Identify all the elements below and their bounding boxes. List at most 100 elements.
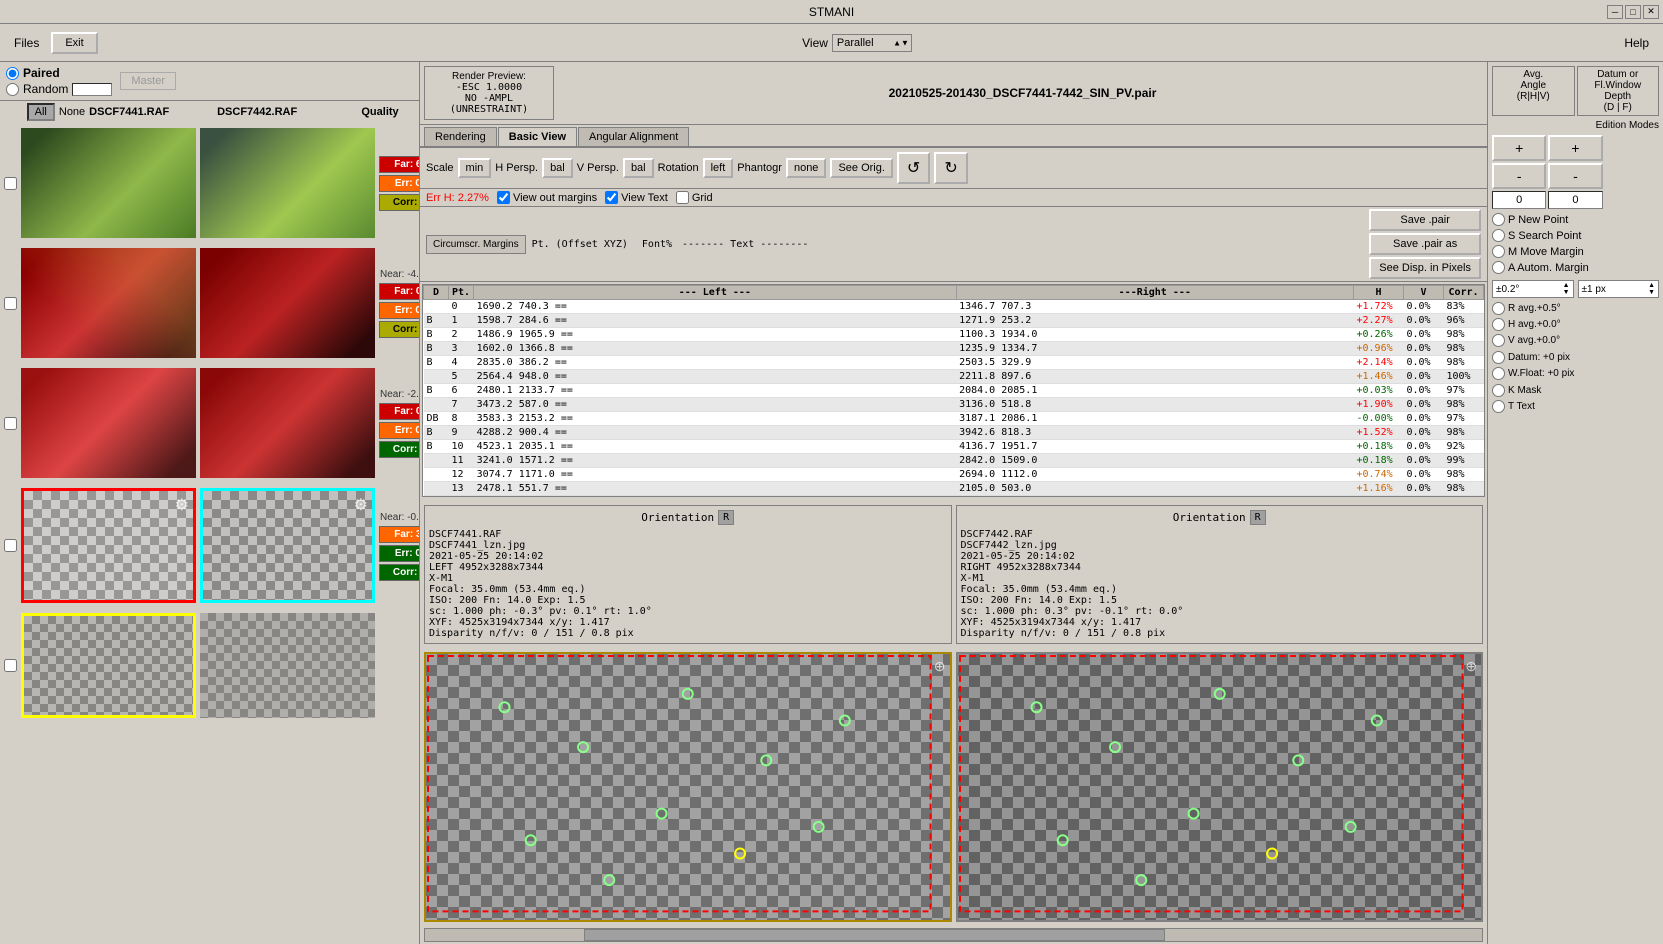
near-label-4: Near: -0.0% [379,511,419,524]
a-autom-margin-radio[interactable]: A Autom. Margin [1492,261,1659,274]
image-row-1: Far: 6.1% Err: 0.1% Corr: 67% [0,123,419,243]
app-title: STMANI [809,5,854,19]
circumscr-margins-btn[interactable]: Circumscr. Margins [426,235,526,254]
view-margins-check[interactable]: View out margins [497,191,597,204]
row2-checkbox[interactable] [4,297,17,310]
thumb-right-5[interactable] [200,613,375,718]
table-row[interactable]: 113241.0 1571.2 ==2842.0 1509.0+0.18%0.0… [424,454,1484,468]
avg-minus-btn[interactable]: - [1492,163,1546,189]
m-move-margin-radio[interactable]: M Move Margin [1492,245,1659,258]
datum-radio[interactable]: Datum: +0 pix [1492,351,1659,364]
wfloat-radio[interactable]: W.Float: +0 pix [1492,367,1659,380]
avg-plus-btn[interactable]: + [1492,135,1546,161]
minimize-btn[interactable]: ─ [1607,5,1623,19]
grid-check[interactable]: Grid [676,191,713,204]
s-search-point-radio[interactable]: S Search Point [1492,229,1659,242]
view-text-check[interactable]: View Text [605,191,668,204]
table-row[interactable]: DB83583.3 2153.2 ==3187.1 2086.1-0.00%0.… [424,412,1484,426]
t-text-radio[interactable]: T Text [1492,400,1659,413]
rotate-ccw-btn[interactable]: ↺ [897,152,930,184]
menu-files[interactable]: Files [6,34,47,52]
table-row[interactable]: B62480.1 2133.7 ==2084.0 2085.1+0.03%0.0… [424,384,1484,398]
table-row[interactable]: B21486.9 1965.9 ==1100.3 1934.0+0.26%0.0… [424,328,1484,342]
rotate-cw-btn[interactable]: ↻ [934,152,967,184]
see-orig-btn[interactable]: See Orig. [830,158,892,178]
phantogr-none-btn[interactable]: none [786,158,826,178]
see-disp-btn[interactable]: See Disp. in Pixels [1369,257,1481,279]
thumb-right-3[interactable] [200,368,375,478]
all-button[interactable]: All [27,103,55,121]
image-row-5 [0,608,419,723]
exit-button[interactable]: Exit [51,32,97,54]
maximize-btn[interactable]: □ [1625,5,1641,19]
thumb-left-5[interactable] [21,613,196,718]
k-mask-radio[interactable]: K Mask [1492,384,1659,397]
h-avg-radio[interactable]: H avg.+0.0° [1492,318,1659,331]
angle-spinner[interactable]: ±0.2° ▲ ▼ [1492,280,1574,298]
random-input[interactable] [72,83,112,96]
table-row[interactable]: 132478.1 551.7 ==2105.0 503.0+1.16%0.0%9… [424,482,1484,496]
edition-modes-label: Edition Modes [1492,120,1659,131]
orientation-r-badge-right[interactable]: R [1250,510,1266,525]
v-persp-label: V Persp. [577,162,619,174]
view-select[interactable]: Parallel [832,34,912,52]
preview-left[interactable]: ⊕ [424,652,952,922]
table-row[interactable]: B104523.1 2035.1 ==4136.7 1951.7+0.18%0.… [424,440,1484,454]
avg-zero-input[interactable] [1492,191,1546,209]
preview-right[interactable]: ⊕ [956,652,1484,922]
thumb-left-1[interactable] [21,128,196,238]
thumb-right-2[interactable] [200,248,375,358]
table-row[interactable]: B31602.0 1366.8 ==1235.9 1334.7+0.96%0.0… [424,342,1484,356]
tab-basic-view[interactable]: Basic View [498,127,577,146]
thumb-right-4[interactable]: ⚙ [200,488,375,603]
datum-plus-btn[interactable]: + [1548,135,1602,161]
tab-rendering[interactable]: Rendering [424,127,497,146]
quality-bar-corr-1: Corr: 67% [379,194,419,211]
table-row[interactable]: 73473.2 587.0 ==3136.0 518.8+1.90%0.0%98… [424,398,1484,412]
table-row[interactable]: B42835.0 386.2 ==2503.5 329.9+2.14%0.0%9… [424,356,1484,370]
thumb-right-1[interactable] [200,128,375,238]
p-new-point-radio[interactable]: P New Point [1492,213,1659,226]
master-button: Master [120,72,176,90]
scale-min-btn[interactable]: min [458,158,492,178]
v-avg-radio[interactable]: V avg.+0.0° [1492,334,1659,347]
px-spinner[interactable]: ±1 px ▲ ▼ [1578,280,1660,298]
near-label-2: Near: -4.6% [379,268,419,281]
quality-bar-far-1: Far: 6.1% [379,156,419,173]
table-row[interactable]: 123074.7 1171.0 ==2694.0 1112.0+0.74%0.0… [424,468,1484,482]
thumb-left-4[interactable]: ⚙ [21,488,196,603]
datum-zero-input[interactable] [1548,191,1602,209]
menu-help[interactable]: Help [1616,34,1657,52]
scroll-icon-right: ⊕ [1465,658,1477,675]
orientation-r-badge-left[interactable]: R [718,510,734,525]
text-dashes: ------- Text -------- [682,239,808,250]
thumb-left-3[interactable] [21,368,196,478]
table-row[interactable]: B11598.7 284.6 ==1271.9 253.2+2.27%0.0%9… [424,314,1484,328]
quality-bar-err-1: Err: 0.1% [379,175,419,192]
image-row-4: ⚙ ⚙ Near: -0.0% Far: 3.3% Err: 0.0% Corr… [0,483,419,608]
row1-checkbox[interactable] [4,177,17,190]
save-pair-btn[interactable]: Save .pair [1369,209,1481,231]
thumb-left-2[interactable] [21,248,196,358]
table-row[interactable]: 01690.2 740.3 ==1346.7 707.3+1.72%0.0%83… [424,300,1484,314]
random-radio-label[interactable]: Random [6,82,112,96]
h-scrollbar[interactable] [424,928,1483,942]
tab-angular-alignment[interactable]: Angular Alignment [578,127,689,146]
paired-radio-label[interactable]: Paired [6,66,112,80]
close-btn[interactable]: ✕ [1643,5,1659,19]
row3-checkbox[interactable] [4,417,17,430]
table-row[interactable]: B94288.2 900.4 ==3942.6 818.3+1.52%0.0%9… [424,426,1484,440]
h-persp-bal-btn[interactable]: bal [542,158,573,178]
datum-minus-btn[interactable]: - [1548,163,1602,189]
row5-checkbox[interactable] [4,659,17,672]
rotation-left-btn[interactable]: left [703,158,734,178]
row4-checkbox[interactable] [4,539,17,552]
save-pair-as-btn[interactable]: Save .pair as [1369,233,1481,255]
table-row[interactable]: 52564.4 948.0 ==2211.8 897.6+1.46%0.0%10… [424,370,1484,384]
v-persp-bal-btn[interactable]: bal [623,158,654,178]
paired-radio[interactable] [6,67,19,80]
quality-bar-far-3: Far: 0.1% [379,403,419,420]
avg-angle-label: Avg. Angle (R|H|V) [1492,66,1575,116]
r-avg-radio[interactable]: R avg.+0.5° [1492,302,1659,315]
random-radio[interactable] [6,83,19,96]
